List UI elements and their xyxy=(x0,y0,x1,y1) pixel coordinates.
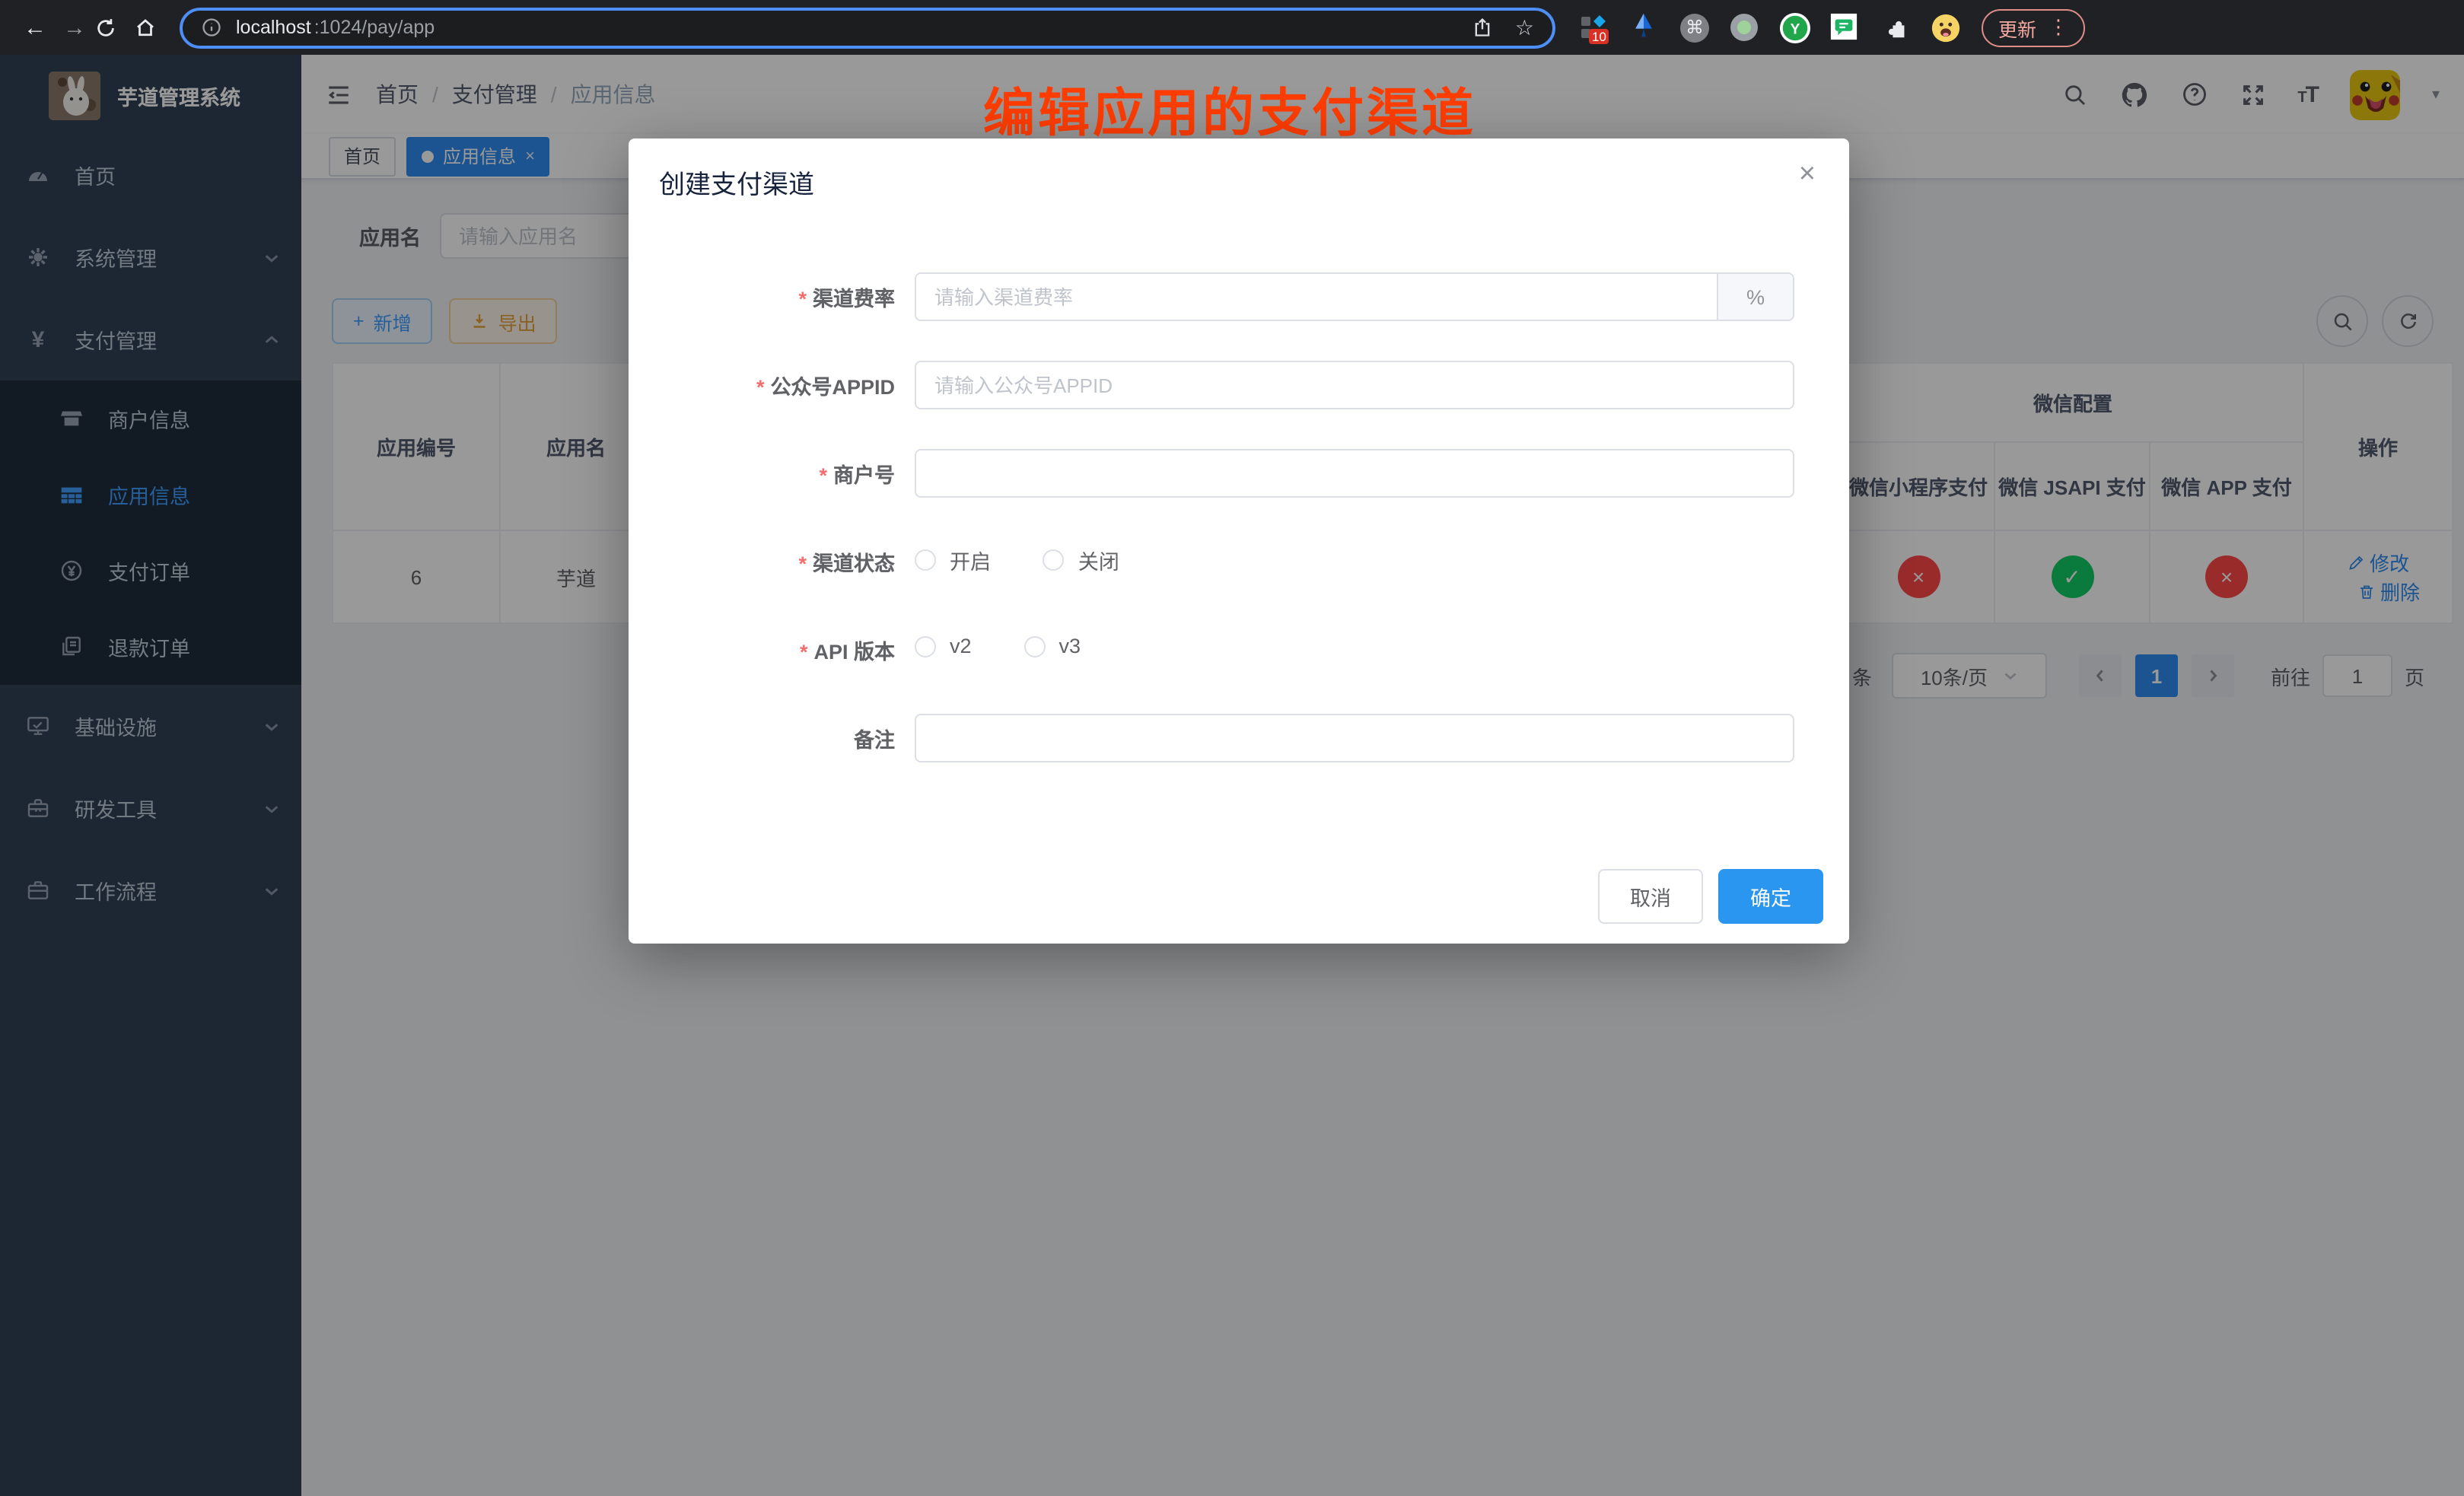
radio-circle-icon xyxy=(915,549,936,571)
extension-badge: 10 xyxy=(1589,29,1609,44)
y-circle-extension-icon[interactable]: Y xyxy=(1779,12,1810,43)
radio-label: v2 xyxy=(950,635,972,658)
app-viewport: 芋道管理系统 首页 系统管理 xyxy=(0,55,2464,1496)
browser-forward-icon[interactable]: → xyxy=(55,14,94,40)
browser-refresh-icon[interactable] xyxy=(94,16,134,39)
site-info-icon[interactable] xyxy=(201,17,222,38)
merchant-no-input[interactable] xyxy=(915,449,1794,498)
form-item-merchant: 商户号 xyxy=(629,450,1849,496)
url-path: :1024/pay/app xyxy=(314,17,435,38)
share-icon[interactable] xyxy=(1472,17,1494,38)
radio-circle-icon xyxy=(1023,636,1045,657)
api-radio-v2[interactable]: v2 xyxy=(915,635,972,658)
chat-extension-icon[interactable] xyxy=(1829,12,1860,43)
appid-input[interactable] xyxy=(915,361,1794,409)
dialog-close-icon[interactable]: × xyxy=(1799,160,1816,189)
url-bar[interactable]: localhost:1024/pay/app ☆ xyxy=(180,7,1555,48)
rate-unit-append: % xyxy=(1718,272,1794,321)
dialog-form: 渠道费率 % 公众号APPID 商户号 xyxy=(629,274,1849,804)
badge-extension-icon[interactable]: 10 xyxy=(1580,12,1610,43)
field-label: 渠道费率 xyxy=(629,282,915,312)
browser-back-icon[interactable]: ← xyxy=(15,14,55,40)
radio-circle-icon xyxy=(1043,549,1065,571)
puzzle-extensions-icon[interactable] xyxy=(1880,12,1910,43)
field-label: 商户号 xyxy=(629,458,915,489)
field-label: 备注 xyxy=(629,723,915,753)
status-radio-closed[interactable]: 关闭 xyxy=(1043,545,1119,575)
dialog-footer: 取消 确定 xyxy=(1598,869,1823,924)
radio-label: v3 xyxy=(1059,635,1081,658)
field-label: API 版本 xyxy=(629,635,915,665)
browser-home-icon[interactable] xyxy=(134,16,173,39)
remark-input[interactable] xyxy=(915,714,1794,762)
cancel-button[interactable]: 取消 xyxy=(1598,869,1703,924)
kite-extension-icon[interactable] xyxy=(1630,12,1660,43)
field-label: 公众号APPID xyxy=(629,370,915,400)
create-pay-channel-dialog: 创建支付渠道 × 渠道费率 % 公众号APPID xyxy=(629,138,1849,944)
form-item-status: 渠道状态 开启 关闭 xyxy=(629,539,1849,584)
form-item-rate: 渠道费率 % xyxy=(629,274,1849,320)
rate-input[interactable] xyxy=(915,272,1718,321)
browser-menu-icon[interactable]: ⋮ xyxy=(2049,15,2068,40)
bookmark-star-icon[interactable]: ☆ xyxy=(1515,14,1534,40)
radio-label: 关闭 xyxy=(1078,545,1119,575)
annotation-text: 编辑应用的支付渠道 xyxy=(983,72,1476,146)
command-extension-icon[interactable]: ⌘ xyxy=(1680,13,1709,42)
update-label: 更新 xyxy=(1998,13,2036,42)
form-item-appid: 公众号APPID xyxy=(629,362,1849,408)
screenshot-stage: ← → localhost:1024/pay/app ☆ 10 xyxy=(0,0,2464,1496)
url-host: localhost xyxy=(236,17,311,38)
svg-text:Y: Y xyxy=(1791,22,1800,38)
extension-toolbar: 10 ⌘ Y xyxy=(1580,12,1960,43)
confirm-button[interactable]: 确定 xyxy=(1718,869,1823,924)
browser-chrome: ← → localhost:1024/pay/app ☆ 10 xyxy=(0,0,2464,55)
browser-update-button[interactable]: 更新 ⋮ xyxy=(1982,8,2085,46)
radio-label: 开启 xyxy=(950,545,991,575)
form-item-remark: 备注 xyxy=(629,715,1849,761)
field-label: 渠道状态 xyxy=(629,546,915,577)
emoji-extension-icon[interactable] xyxy=(1930,12,1960,43)
form-item-api-version: API 版本 v2 v3 xyxy=(629,627,1849,673)
api-radio-v3[interactable]: v3 xyxy=(1023,635,1081,658)
dialog-title: 创建支付渠道 xyxy=(659,163,814,201)
status-radio-open[interactable]: 开启 xyxy=(915,545,991,575)
dot-circle-extension-icon[interactable] xyxy=(1729,12,1759,43)
radio-circle-icon xyxy=(915,636,936,657)
